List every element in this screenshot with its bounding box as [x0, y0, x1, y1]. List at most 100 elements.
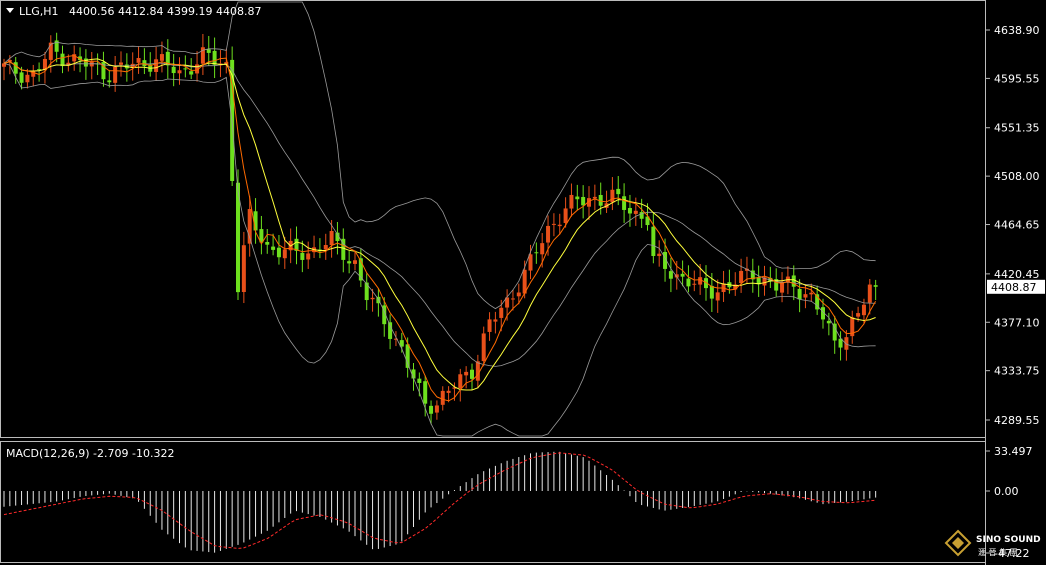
candle-body [300, 252, 305, 260]
candle-body [434, 405, 439, 413]
candle [83, 49, 88, 80]
price-tick-label: 4289.55 [994, 414, 1040, 427]
candle-body [516, 292, 521, 297]
candle [610, 177, 615, 211]
candle [177, 57, 182, 85]
candle-body [592, 196, 597, 199]
price-tick-label: 4333.75 [994, 365, 1040, 378]
candle [189, 58, 194, 80]
candle-body [633, 210, 638, 214]
candle-body [423, 381, 428, 404]
price-tick-label: 4508.00 [994, 170, 1040, 183]
candle-body [551, 223, 556, 225]
candle [844, 330, 849, 361]
watermark-sub: 滙 晉 集 團 [978, 547, 1018, 557]
candle [692, 270, 697, 292]
candle-body [241, 245, 246, 293]
candle-body [177, 70, 182, 74]
price-tick-label: 4551.35 [994, 122, 1040, 135]
candle-body [651, 226, 656, 257]
candle [750, 258, 755, 293]
candle [37, 62, 42, 82]
candle-body [13, 62, 18, 74]
candle-body [546, 225, 551, 243]
candle [668, 257, 673, 293]
candle-body [873, 285, 878, 287]
candle [575, 184, 580, 211]
candle [756, 265, 761, 297]
candle [107, 69, 112, 88]
candle-body [680, 273, 685, 277]
candle-body [534, 252, 539, 254]
candle-body [499, 307, 504, 318]
candle [347, 251, 352, 274]
candle [487, 312, 492, 341]
candle-body [867, 284, 872, 303]
candle [434, 400, 439, 420]
candle-body [475, 361, 480, 381]
price-tick-label: 4595.55 [994, 72, 1040, 85]
candle-body [417, 378, 422, 383]
candle [551, 213, 556, 237]
candle [42, 51, 47, 84]
candle [364, 273, 369, 311]
candle [592, 184, 597, 211]
candle [762, 265, 767, 296]
candle [136, 46, 141, 74]
candle [200, 33, 205, 76]
candle-body [528, 254, 533, 271]
candle [171, 54, 176, 87]
candle [119, 51, 123, 77]
candle-body [323, 245, 328, 250]
candle [651, 213, 656, 264]
trading-chart: 4638.90 4595.55 4551.35 4508.00 4464.65 4420.… [0, 0, 1045, 565]
candle-body [709, 285, 714, 299]
candle-body [832, 323, 837, 341]
candle-body [464, 371, 469, 376]
candle [212, 37, 217, 79]
candle-body [306, 253, 311, 260]
candle [850, 310, 855, 344]
ma-slow-line [3, 58, 876, 391]
candle [569, 183, 574, 217]
candle-body [809, 292, 814, 295]
candle-body [136, 58, 141, 63]
candle-body [107, 80, 112, 83]
candle-body [569, 194, 574, 209]
candle-body [657, 253, 662, 257]
candle-body [370, 297, 375, 300]
candle-body [715, 292, 720, 301]
candle-body [510, 298, 515, 300]
candle-body [861, 304, 866, 316]
candle [265, 229, 270, 254]
candle-body [429, 405, 434, 414]
candle [873, 279, 878, 301]
candle-body [282, 249, 287, 259]
symbol-label: LLG,H1 [19, 5, 59, 18]
candle [89, 51, 94, 80]
candle [113, 55, 118, 92]
macd-signal-line [3, 452, 876, 549]
candle [306, 241, 311, 269]
candle [780, 272, 785, 303]
candle-body [206, 49, 211, 53]
candle-body [154, 59, 159, 72]
candle-body [265, 241, 270, 245]
symbol-menu-icon[interactable] [6, 8, 14, 13]
candle [686, 265, 691, 293]
candle [627, 194, 632, 227]
candle-body [470, 369, 474, 379]
candle [300, 240, 305, 273]
candle [101, 51, 106, 87]
macd-pane [3, 451, 877, 553]
candle [423, 375, 428, 417]
candle-body [142, 60, 147, 67]
candle-body [458, 374, 463, 389]
candle [54, 32, 59, 63]
bollinger-upper [3, 1, 876, 310]
candle [633, 197, 638, 226]
candle [622, 183, 627, 223]
candle [276, 234, 281, 265]
candle [341, 228, 346, 273]
candle-body [347, 261, 352, 264]
